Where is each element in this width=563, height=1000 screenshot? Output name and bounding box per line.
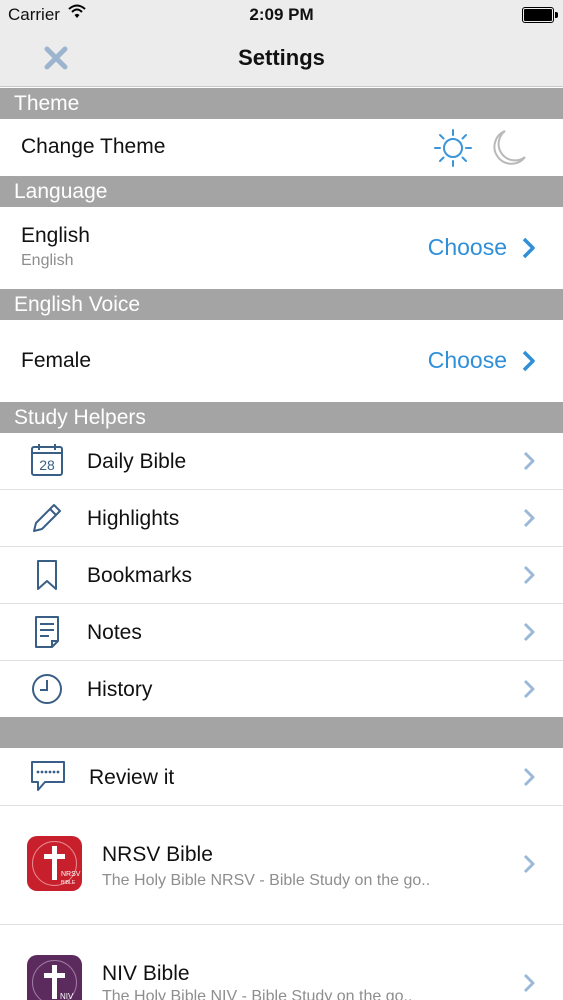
navigation-bar: Settings: [0, 30, 563, 87]
language-value: English: [21, 224, 90, 247]
list-item-app-niv[interactable]: NIV NIV Bible The Holy Bible NIV - Bible…: [0, 925, 563, 1000]
niv-app-icon: NIV: [27, 955, 82, 1000]
list-item-review[interactable]: Review it: [0, 748, 563, 805]
voice-choose-button[interactable]: Choose: [428, 347, 507, 374]
chevron-right-icon: [523, 508, 535, 528]
chat-bubble-icon: [31, 761, 65, 791]
status-time: 2:09 PM: [249, 5, 314, 24]
chevron-right-icon: [523, 679, 535, 699]
list-item-label: History: [87, 678, 153, 701]
bookmark-icon: [37, 560, 57, 590]
language-sub: English: [21, 252, 74, 269]
change-theme-label: Change Theme: [21, 135, 166, 158]
section-header-language: Language: [0, 176, 563, 207]
chevron-right-icon: [523, 973, 535, 993]
section-header-theme: Theme: [0, 88, 563, 119]
battery-icon: [522, 7, 558, 23]
page-title: Settings: [238, 45, 325, 70]
list-item-label: Highlights: [87, 507, 180, 530]
list-item-notes[interactable]: Notes: [0, 604, 563, 660]
chevron-right-icon: [523, 451, 535, 471]
sun-icon[interactable]: [433, 128, 473, 168]
list-item-daily-bible[interactable]: 28 Daily Bible: [0, 433, 563, 489]
nrsv-app-icon: NRSV BIBLE: [27, 836, 82, 891]
list-item-label: Notes: [87, 621, 142, 644]
review-label: Review it: [89, 766, 175, 789]
section-header-more: [0, 717, 563, 748]
nrsv-icon-text: NRSV: [61, 871, 81, 878]
chevron-right-icon: [522, 237, 535, 259]
change-theme-row: Change Theme: [0, 119, 563, 176]
chevron-right-icon: [523, 767, 535, 787]
section-header-voice: English Voice: [0, 289, 563, 320]
clock-icon: [32, 674, 62, 704]
list-item-app-nrsv[interactable]: NRSV BIBLE NRSV Bible The Holy Bible NRS…: [0, 806, 563, 924]
app-title: NRSV Bible: [102, 843, 213, 866]
language-choose-button[interactable]: Choose: [428, 234, 507, 261]
voice-row[interactable]: Female Choose: [0, 320, 563, 402]
chevron-right-icon: [523, 622, 535, 642]
svg-text:BIBLE: BIBLE: [61, 880, 76, 886]
list-item-label: Bookmarks: [87, 564, 193, 587]
app-title: NIV Bible: [102, 962, 190, 985]
list-item-bookmarks[interactable]: Bookmarks: [0, 547, 563, 603]
moon-icon[interactable]: [487, 127, 529, 169]
notes-icon: [35, 616, 59, 648]
list-item-label: Daily Bible: [87, 450, 187, 473]
calendar-day: 28: [39, 457, 55, 473]
chevron-right-icon: [523, 854, 535, 874]
status-bar: Carrier 2:09 PM: [0, 0, 563, 30]
app-subtitle: The Holy Bible NRSV - Bible Study on the…: [102, 872, 431, 889]
calendar-icon: 28: [31, 444, 63, 476]
svg-text:NIV: NIV: [60, 992, 74, 1000]
pencil-icon: [33, 504, 61, 532]
section-header-study-helpers: Study Helpers: [0, 402, 563, 433]
list-item-history[interactable]: History: [0, 661, 563, 717]
chevron-right-icon: [522, 350, 535, 372]
language-row[interactable]: English English Choose: [0, 207, 563, 289]
list-item-highlights[interactable]: Highlights: [0, 490, 563, 546]
app-subtitle: The Holy Bible NIV - Bible Study on the …: [102, 988, 413, 1000]
voice-value: Female: [21, 349, 92, 372]
chevron-right-icon: [523, 565, 535, 585]
